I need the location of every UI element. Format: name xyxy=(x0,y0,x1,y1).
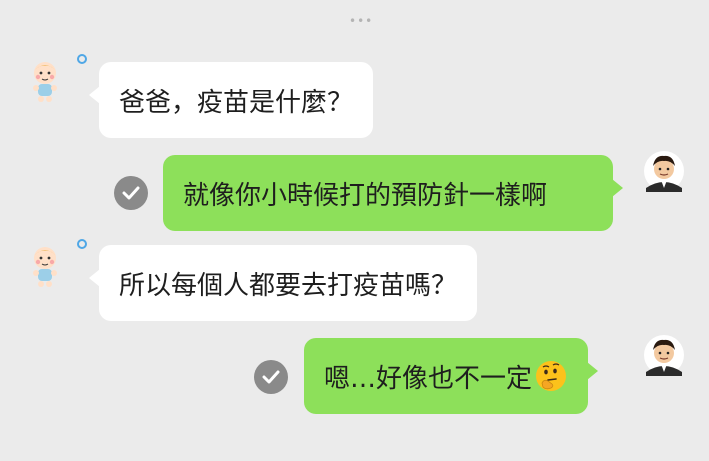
message-bubble-incoming: 爸爸，疫苗是什麼？ xyxy=(88,62,374,138)
read-check-icon xyxy=(254,360,288,394)
baby-avatar[interactable] xyxy=(24,245,66,287)
online-status-icon xyxy=(77,54,87,64)
read-check-icon xyxy=(114,176,148,210)
thinking-face-icon xyxy=(534,359,568,393)
message-bubble-outgoing: 就像你小時候打的預防針一樣啊 xyxy=(163,155,623,231)
message-text: 就像你小時候打的預防針一樣啊 xyxy=(183,180,548,211)
dad-avatar[interactable] xyxy=(643,150,685,192)
message-text: 嗯…好像也不一定 xyxy=(324,363,533,394)
dad-avatar[interactable] xyxy=(643,334,685,376)
more-options-icon[interactable]: ••• xyxy=(349,14,372,28)
baby-avatar[interactable] xyxy=(24,60,66,102)
online-status-icon xyxy=(77,239,87,249)
message-bubble-outgoing: 嗯…好像也不一定 xyxy=(304,338,599,414)
message-text: 所以每個人都要去打疫苗嗎？ xyxy=(119,270,458,301)
message-text: 爸爸，疫苗是什麼？ xyxy=(119,87,354,118)
message-bubble-incoming: 所以每個人都要去打疫苗嗎？ xyxy=(88,245,478,321)
